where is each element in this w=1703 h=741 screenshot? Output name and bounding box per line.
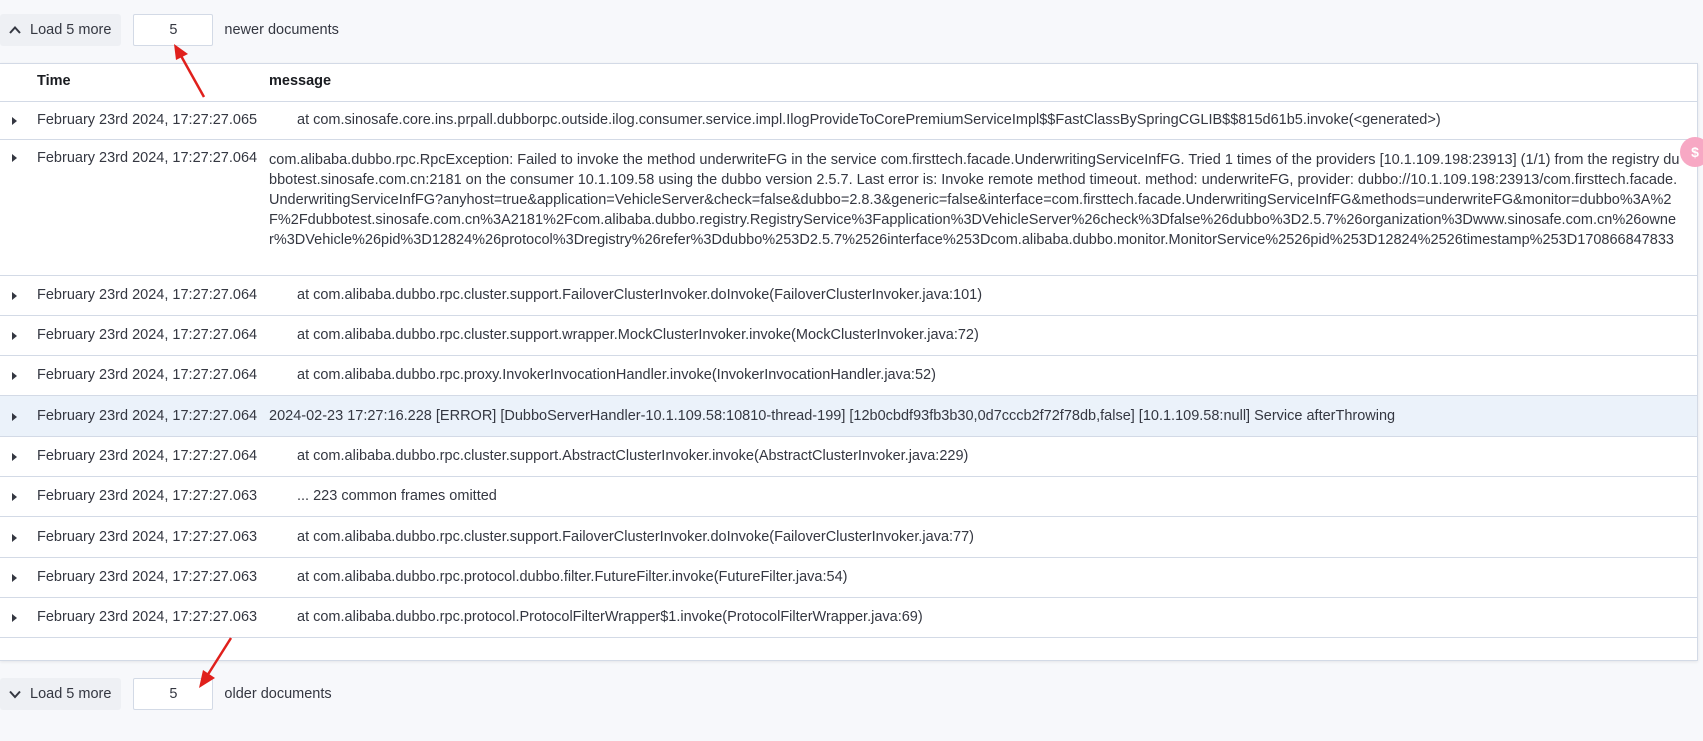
expand-row-icon[interactable] xyxy=(8,290,20,302)
table-row[interactable]: February 23rd 2024, 17:27:27.064 at com.a… xyxy=(0,276,1697,316)
load-older-button[interactable]: Load 5 more xyxy=(0,678,122,710)
table-row[interactable]: February 23rd 2024, 17:27:27.064 2024-02-… xyxy=(0,396,1697,437)
expand-row-icon[interactable] xyxy=(8,370,20,382)
table-row[interactable]: February 23rd 2024, 17:27:27.064 at com.a… xyxy=(0,437,1697,477)
row-time: February 23rd 2024, 17:27:27.064 xyxy=(37,448,258,464)
row-message: 2024-02-23 17:27:16.228 [ERROR] [DubboSe… xyxy=(269,408,1396,424)
row-message: ... 223 common frames omitted xyxy=(297,488,497,504)
load-older-label: Load 5 more xyxy=(30,686,112,702)
table-row[interactable]: February 23rd 2024, 17:27:27.064 at com.a… xyxy=(0,356,1697,396)
table-row[interactable]: February 23rd 2024, 17:27:27.063 at com.a… xyxy=(0,558,1697,598)
table-row[interactable]: February 23rd 2024, 17:27:27.065 at com.s… xyxy=(0,102,1697,140)
table-header: Time message xyxy=(0,64,1697,102)
row-message: at com.alibaba.dubbo.rpc.cluster.support… xyxy=(297,287,983,303)
older-count-input[interactable] xyxy=(133,678,214,710)
documents-table: Time message February 23rd 2024, 17:27:2… xyxy=(0,63,1698,661)
row-time: February 23rd 2024, 17:27:27.063 xyxy=(37,609,258,625)
row-time: February 23rd 2024, 17:27:27.063 xyxy=(37,569,258,585)
row-message: at com.alibaba.dubbo.rpc.cluster.support… xyxy=(297,327,979,343)
expand-row-icon[interactable] xyxy=(8,491,20,503)
row-message: at com.alibaba.dubbo.rpc.proxy.InvokerIn… xyxy=(297,367,936,383)
column-header-message[interactable]: message xyxy=(269,73,331,89)
newer-documents-label: newer documents xyxy=(224,22,339,38)
row-time: February 23rd 2024, 17:27:27.064 xyxy=(37,150,258,166)
row-message: at com.alibaba.dubbo.rpc.cluster.support… xyxy=(297,529,975,545)
expand-row-icon[interactable] xyxy=(8,411,20,423)
load-newer-button[interactable]: Load 5 more xyxy=(0,14,122,46)
floating-badge-icon[interactable]: $ xyxy=(1680,137,1703,167)
expand-row-icon[interactable] xyxy=(8,330,20,342)
column-header-time[interactable]: Time xyxy=(37,73,71,89)
row-time: February 23rd 2024, 17:27:27.064 xyxy=(37,367,258,383)
expand-row-icon[interactable] xyxy=(8,612,20,624)
table-row[interactable]: February 23rd 2024, 17:27:27.063 at com.a… xyxy=(0,517,1697,558)
row-time: February 23rd 2024, 17:27:27.064 xyxy=(37,287,258,303)
row-time: February 23rd 2024, 17:27:27.065 xyxy=(37,112,258,128)
row-time: February 23rd 2024, 17:27:27.063 xyxy=(37,488,258,504)
table-row[interactable]: February 23rd 2024, 17:27:27.063 ... 223 … xyxy=(0,477,1697,517)
row-message: at com.sinosafe.core.ins.prpall.dubborpc… xyxy=(297,112,1441,128)
chevron-down-icon xyxy=(9,690,21,699)
chevron-up-icon xyxy=(9,26,21,34)
expand-row-icon[interactable] xyxy=(8,451,20,463)
expand-row-icon[interactable] xyxy=(8,572,20,584)
expand-row-icon[interactable] xyxy=(8,532,20,544)
table-row[interactable]: February 23rd 2024, 17:27:27.064 at com.a… xyxy=(0,316,1697,356)
expand-row-icon[interactable] xyxy=(8,152,20,164)
row-message: at com.alibaba.dubbo.rpc.protocol.Protoc… xyxy=(297,609,923,625)
row-time: February 23rd 2024, 17:27:27.063 xyxy=(37,529,258,545)
table-row[interactable]: February 23rd 2024, 17:27:27.063 at com.a… xyxy=(0,598,1697,638)
load-newer-label: Load 5 more xyxy=(30,22,112,38)
older-documents-label: older documents xyxy=(224,686,332,702)
row-time: February 23rd 2024, 17:27:27.064 xyxy=(37,327,258,343)
row-message: at com.alibaba.dubbo.rpc.cluster.support… xyxy=(297,448,969,464)
load-older-bar: Load 5 more older documents xyxy=(0,672,1703,716)
load-newer-bar: Load 5 more newer documents xyxy=(0,8,1703,52)
row-message: com.alibaba.dubbo.rpc.RpcException: Fail… xyxy=(269,152,1680,248)
table-body: February 23rd 2024, 17:27:27.065 at com.s… xyxy=(0,102,1697,638)
expand-row-icon[interactable] xyxy=(8,115,20,127)
row-time: February 23rd 2024, 17:27:27.064 xyxy=(37,408,258,424)
newer-count-input[interactable] xyxy=(133,14,214,46)
table-row[interactable]: February 23rd 2024, 17:27:27.064 com.alib… xyxy=(0,140,1697,276)
row-message: at com.alibaba.dubbo.rpc.protocol.dubbo.… xyxy=(297,569,848,585)
